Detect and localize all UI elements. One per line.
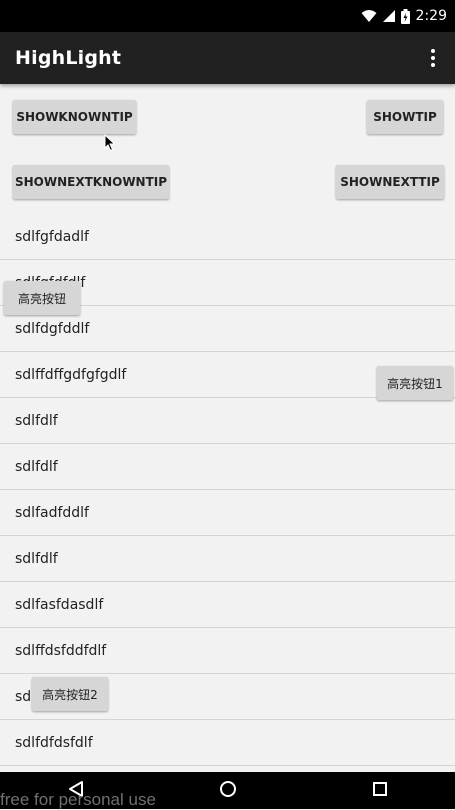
cursor-icon — [104, 133, 116, 156]
list-item[interactable]: sdlfgfdadlf — [0, 214, 455, 260]
list-item[interactable]: sdlffdsfddfdlf — [0, 628, 455, 674]
show-known-tip-button[interactable]: SHOWKNOWNTIP — [13, 100, 136, 134]
list-item[interactable]: sdlfadfddlf — [0, 490, 455, 536]
app-title: HighLight — [15, 47, 122, 69]
list-item[interactable]: sdlfdlf — [0, 444, 455, 490]
signal-icon — [382, 9, 395, 23]
app-toolbar: HighLight — [0, 32, 455, 84]
show-next-tip-button[interactable]: SHOWNEXTTIP — [336, 165, 444, 199]
highlight-button-2[interactable]: 高亮按钮2 — [32, 677, 108, 711]
wifi-icon — [361, 9, 377, 23]
status-bar: 2:29 — [0, 0, 455, 32]
battery-icon — [400, 8, 410, 24]
status-time: 2:29 — [415, 8, 447, 24]
list-item[interactable]: sdlfdlf — [0, 536, 455, 582]
home-icon[interactable] — [219, 780, 237, 802]
watermark-text: free for personal use — [0, 790, 156, 809]
highlight-button[interactable]: 高亮按钮 — [4, 281, 80, 315]
list-item[interactable]: sdlfasfdasdlf — [0, 582, 455, 628]
show-next-known-tip-button[interactable]: SHOWNEXTKNOWNTIP — [13, 165, 169, 199]
recents-icon[interactable] — [372, 781, 388, 801]
show-tip-button[interactable]: SHOWTIP — [367, 100, 443, 134]
more-vert-icon[interactable] — [421, 42, 445, 74]
list-item[interactable]: sdlfdlf — [0, 398, 455, 444]
highlight-button-1[interactable]: 高亮按钮1 — [377, 366, 453, 400]
list-item[interactable]: sdlfdfdsfdlf — [0, 720, 455, 766]
